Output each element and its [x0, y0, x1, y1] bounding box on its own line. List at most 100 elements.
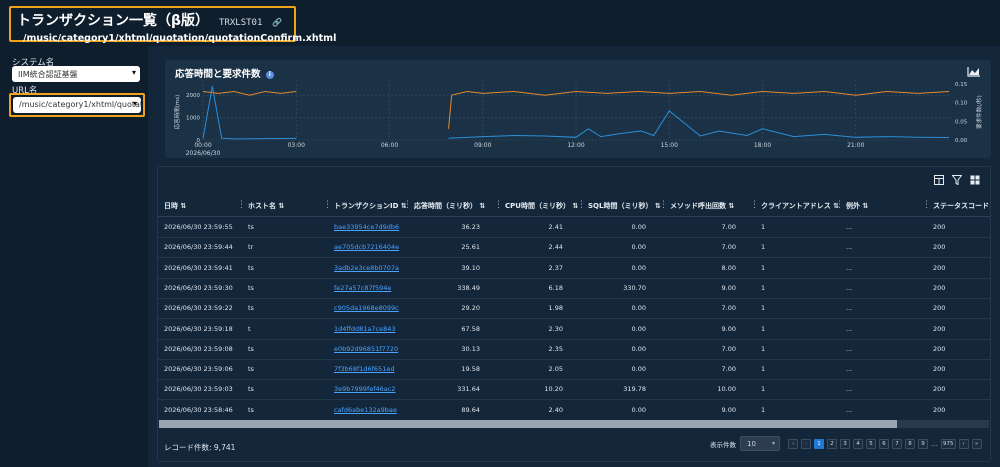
y-right-tick-label: 0.00	[955, 138, 968, 144]
table-row[interactable]: 2026/06/30 23:59:06 ts 7f3b68f1d6f651ed 19.…	[158, 359, 990, 381]
table-cell: 1	[761, 365, 766, 374]
transaction-id-link[interactable]: ae705dcb7216404e	[334, 243, 406, 251]
column-header[interactable]: トランザクションID ⇅	[334, 201, 406, 211]
table-cell: 0.00	[631, 263, 646, 272]
column-menu-icon[interactable]: ⋮	[237, 200, 246, 210]
next-page-button[interactable]: ›	[958, 439, 969, 449]
page-size-select[interactable]: 10 ▾	[740, 436, 780, 451]
table-row[interactable]: 2026/06/30 23:59:44 tr ae705dcb7216404e 25.…	[158, 237, 990, 259]
page-button[interactable]: 6	[879, 439, 889, 449]
table-cell: 1	[761, 263, 766, 272]
transaction-id-link[interactable]: 1d4ffdd81a7ce843	[334, 325, 406, 333]
date-label: 2026/06/30	[186, 150, 221, 157]
transaction-id-link[interactable]: c905da1968e8099c	[334, 304, 406, 312]
system-name-select[interactable]: IIM統合認証基盤 ▾	[12, 66, 140, 82]
table-row[interactable]: 2026/06/30 23:58:46 ts cafd6abe132a9bae 89.…	[158, 400, 990, 421]
transaction-id-link[interactable]: fe27a57c87f594e	[334, 284, 406, 292]
last-page-number-button[interactable]: 975	[941, 439, 956, 449]
table-cell: 200	[933, 263, 946, 272]
first-page-button[interactable]: «	[788, 439, 798, 449]
column-header[interactable]: メソッド呼出回数 ⇅	[670, 201, 756, 211]
table-row[interactable]: 2026/06/30 23:59:22 ts c905da1968e8099c 29.…	[158, 298, 990, 320]
column-menu-icon[interactable]: ⋮	[403, 200, 412, 210]
column-menu-icon[interactable]: ⋮	[659, 200, 668, 210]
response-request-chart: 00:00 03:00 06:00 09:00 12:00 15:00 18:00 21:00…	[173, 80, 983, 157]
transaction-id-link[interactable]: e0b92d96851f7720	[334, 345, 406, 353]
table-cell: t	[248, 324, 251, 333]
table-cell: 7.00	[721, 365, 736, 374]
table-cell: 10.00	[717, 385, 736, 394]
table-cell: ts	[248, 263, 254, 272]
table-cell: 0.00	[631, 365, 646, 374]
table-cell: 1	[761, 344, 766, 353]
table-cell: 2026/06/30 23:58:46	[164, 405, 233, 414]
prev-page-button[interactable]: ‹	[801, 439, 811, 449]
page-button[interactable]: 8	[905, 439, 915, 449]
table-cell: ts	[248, 365, 254, 374]
column-menu-icon[interactable]: ⋮	[323, 200, 332, 210]
table-cell: 0.00	[631, 324, 646, 333]
page-button[interactable]: 1	[814, 439, 824, 449]
transaction-id-link[interactable]: 3e9b7999fef46ac2	[334, 385, 406, 393]
y-right-tick-label: 0.05	[955, 119, 968, 125]
series-line-response	[202, 86, 297, 140]
table-row[interactable]: 2026/06/30 23:59:08 ts e0b92d96851f7720 30.…	[158, 339, 990, 360]
page-button[interactable]: 2	[827, 439, 837, 449]
column-header[interactable]: ステータスコード ⇅	[933, 201, 991, 211]
table-row[interactable]: 2026/06/30 23:59:03 ts 3e9b7999fef46ac2 331…	[158, 379, 990, 401]
column-header[interactable]: SQL時間（ミリ秒） ⇅	[588, 201, 666, 211]
page-button[interactable]: 5	[866, 439, 876, 449]
column-menu-icon[interactable]: ⋮	[835, 200, 844, 210]
table-cell: 7.00	[721, 304, 736, 313]
system-name-value: IIM統合認証基盤	[18, 70, 78, 79]
page-button[interactable]: 3	[840, 439, 850, 449]
page-button[interactable]: 9	[918, 439, 928, 449]
column-layout-icon[interactable]	[934, 175, 944, 185]
density-icon[interactable]	[970, 175, 980, 185]
transaction-id-link[interactable]: 3adb2e3ce8b0707a	[334, 264, 406, 272]
transaction-code: TRXLST01	[219, 18, 263, 28]
table-cell: 2.41	[548, 223, 563, 231]
x-tick-label: 21:00	[847, 142, 864, 149]
column-header[interactable]: 例外 ⇅	[846, 201, 928, 211]
column-menu-icon[interactable]: ⋮	[577, 200, 586, 210]
x-tick-label: 09:00	[474, 142, 491, 149]
table-cell: 1	[761, 223, 766, 231]
table-row[interactable]: 2026/06/30 23:59:18 t 1d4ffdd81a7ce843 67.5…	[158, 319, 990, 340]
page-size-value: 10	[747, 440, 756, 448]
table-row[interactable]: 2026/06/30 23:59:41 ts 3adb2e3ce8b0707a 39.…	[158, 258, 990, 279]
series-line-response	[448, 110, 950, 139]
table-row[interactable]: 2026/06/30 23:59:55 ts bae33954ce7d9db6 36.…	[158, 217, 990, 238]
filter-icon[interactable]	[952, 175, 962, 185]
column-header[interactable]: CPU時間（ミリ秒） ⇅	[505, 201, 583, 211]
transaction-id-link[interactable]: cafd6abe132a9bae	[334, 406, 406, 414]
table-cell: 2026/06/30 23:59:22	[164, 304, 233, 313]
link-icon[interactable]: 🔗	[272, 18, 282, 27]
table-cell: 2026/06/30 23:59:08	[164, 344, 233, 353]
column-menu-icon[interactable]: ⋮	[750, 200, 759, 210]
table-cell: 2026/06/30 23:59:18	[164, 324, 233, 333]
column-header[interactable]: ホスト名 ⇅	[248, 201, 326, 211]
column-menu-icon[interactable]: ⋮	[494, 200, 503, 210]
scrollbar-thumb[interactable]	[159, 420, 897, 428]
url-name-value: /music/category1/xhtml/quotation	[19, 100, 141, 109]
column-header[interactable]: クライアントアドレス ⇅	[761, 201, 841, 211]
page-path: /music/category1/xhtml/quotation/quotati…	[23, 33, 337, 44]
last-page-button[interactable]: »	[971, 439, 982, 449]
transaction-id-link[interactable]: bae33954ce7d9db6	[334, 223, 406, 231]
horizontal-scrollbar[interactable]	[159, 420, 989, 428]
column-menu-icon[interactable]: ⋮	[922, 200, 931, 210]
table-cell: 200	[933, 365, 946, 374]
x-tick-label: 15:00	[661, 142, 678, 149]
y-right-axis-label: 要求件数(/秒)	[975, 95, 983, 129]
transaction-id-link[interactable]: 7f3b68f1d6f651ed	[334, 365, 406, 373]
table-cell: 9.00	[721, 283, 736, 292]
page-button[interactable]: 7	[892, 439, 902, 449]
url-name-select[interactable]: /music/category1/xhtml/quotation ▾	[13, 97, 141, 113]
table-cell: ...	[846, 344, 853, 353]
column-header[interactable]: 日時 ⇅	[164, 201, 244, 211]
table-row[interactable]: 2026/06/30 23:59:30 ts fe27a57c87f594e 338.…	[158, 278, 990, 299]
page-button[interactable]: 4	[853, 439, 863, 449]
column-header[interactable]: 応答時間（ミリ秒） ⇅	[414, 201, 500, 211]
table-cell: ...	[846, 283, 853, 292]
